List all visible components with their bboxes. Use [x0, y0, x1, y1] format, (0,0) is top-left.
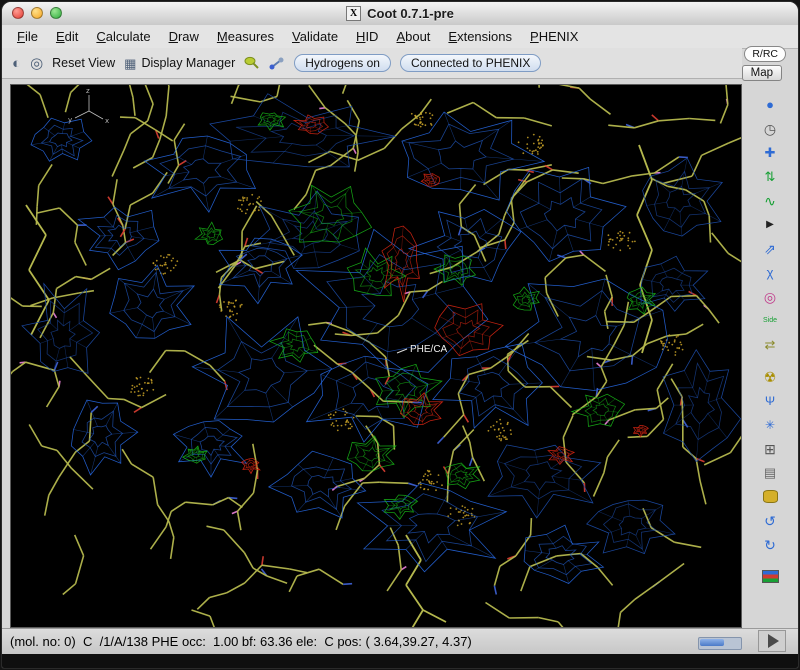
radiation-icon[interactable]: ☢: [757, 366, 783, 387]
menu-draw[interactable]: Draw: [160, 27, 208, 46]
axes-indicator: z x y: [68, 87, 109, 125]
menubar: File Edit Calculate Draw Measures Valida…: [2, 25, 798, 49]
key-icon[interactable]: [244, 56, 260, 70]
menu-calculate[interactable]: Calculate: [87, 27, 159, 46]
branch-icon[interactable]: Ψ: [757, 390, 783, 411]
display-grid-icon: ▦: [124, 57, 136, 70]
display-manager-button[interactable]: ▦ Display Manager: [124, 56, 235, 70]
side-chain-icon[interactable]: Side: [757, 310, 783, 331]
toolbar-group-separator: [752, 358, 788, 363]
menu-about[interactable]: About: [387, 27, 439, 46]
menu-extensions[interactable]: Extensions: [439, 27, 521, 46]
x11-icon: X: [346, 6, 361, 21]
play-icon[interactable]: ▶: [757, 214, 783, 235]
add-box-icon[interactable]: ⊞: [757, 438, 783, 459]
menu-phenix[interactable]: PHENIX: [521, 27, 587, 46]
undo-icon[interactable]: ↺: [757, 510, 783, 531]
map-button[interactable]: Map: [742, 65, 782, 81]
rotate-translate-icon[interactable]: ⇅: [757, 166, 783, 187]
menu-file[interactable]: File: [8, 27, 47, 46]
drag-icon[interactable]: ⇗: [757, 238, 783, 259]
axis-x-label: x: [105, 117, 109, 125]
resize-grip-icon: [768, 634, 779, 648]
coot-window: X Coot 0.7.1-pre File Edit Calculate Dra…: [1, 1, 799, 669]
zoom-button[interactable]: [50, 7, 62, 19]
residue-label-text: PHE/CA: [410, 344, 448, 355]
density-scene: z x y PHE/CA: [11, 85, 741, 627]
statusbar: (mol. no: 0) C /1/A/138 PHE occ: 1.00 bf…: [2, 628, 798, 655]
bond-tool-icon[interactable]: [269, 56, 285, 70]
residue-label: PHE/CA: [397, 344, 448, 355]
reset-view-button[interactable]: Reset View: [52, 56, 115, 70]
printer-icon[interactable]: ▤: [757, 462, 783, 483]
menu-validate[interactable]: Validate: [283, 27, 347, 46]
scrollbar-thumb[interactable]: [700, 639, 724, 646]
close-button[interactable]: [12, 7, 24, 19]
database-icon[interactable]: [757, 486, 783, 507]
status-text: (mol. no: 0) C /1/A/138 PHE occ: 1.00 bf…: [10, 629, 472, 654]
display-manager-label: Display Manager: [141, 56, 235, 70]
scene-overlay: z x y PHE/CA: [68, 87, 448, 355]
window-frame-bottom: [2, 654, 798, 668]
stereo-icon[interactable]: ◐: [12, 56, 21, 71]
rings-icon[interactable]: ◎: [757, 286, 783, 307]
torsion-icon[interactable]: ∿: [757, 190, 783, 211]
sphere-icon[interactable]: ●: [757, 94, 783, 115]
window-title: Coot 0.7.1-pre: [367, 6, 454, 21]
mini-scrollbar[interactable]: [698, 637, 742, 650]
minimize-button[interactable]: [31, 7, 43, 19]
titlebar: X Coot 0.7.1-pre: [2, 2, 798, 26]
phenix-status-button[interactable]: Connected to PHENIX: [400, 54, 541, 72]
clock-icon[interactable]: ◷: [757, 118, 783, 139]
title-area: X Coot 0.7.1-pre: [346, 6, 454, 21]
flag-icon[interactable]: [757, 566, 783, 587]
mutate-icon[interactable]: ⇄: [757, 334, 783, 355]
hydrogens-toggle[interactable]: Hydrogens on: [294, 54, 391, 72]
move-atoms-icon[interactable]: ✚: [757, 142, 783, 163]
window-controls: [12, 7, 69, 19]
menu-hid[interactable]: HID: [347, 27, 387, 46]
menu-edit[interactable]: Edit: [47, 27, 87, 46]
molecular-viewport[interactable]: z x y PHE/CA: [10, 84, 742, 628]
right-toolbar: ● ◷ ✚ ⇅ ∿ ▶ ⇗ χ ◎ Side ⇄ ☢ Ψ ✳ ⊞ ▤ ↺ ↻: [752, 94, 788, 587]
rotamer-icon[interactable]: χ: [757, 262, 783, 283]
center-icon[interactable]: ◎: [30, 56, 43, 71]
toolbar-group-separator: [752, 558, 788, 563]
rrc-button[interactable]: R/RC: [744, 46, 786, 62]
axis-z-label: z: [86, 87, 90, 95]
menu-measures[interactable]: Measures: [208, 27, 283, 46]
resize-grip[interactable]: [758, 630, 786, 652]
axis-y-label: y: [68, 116, 72, 124]
bonds-icon[interactable]: ✳: [757, 414, 783, 435]
toolbar: ◐ ◎ Reset View ▦ Display Manager Hydroge…: [2, 48, 742, 79]
redo-icon[interactable]: ↻: [757, 534, 783, 555]
